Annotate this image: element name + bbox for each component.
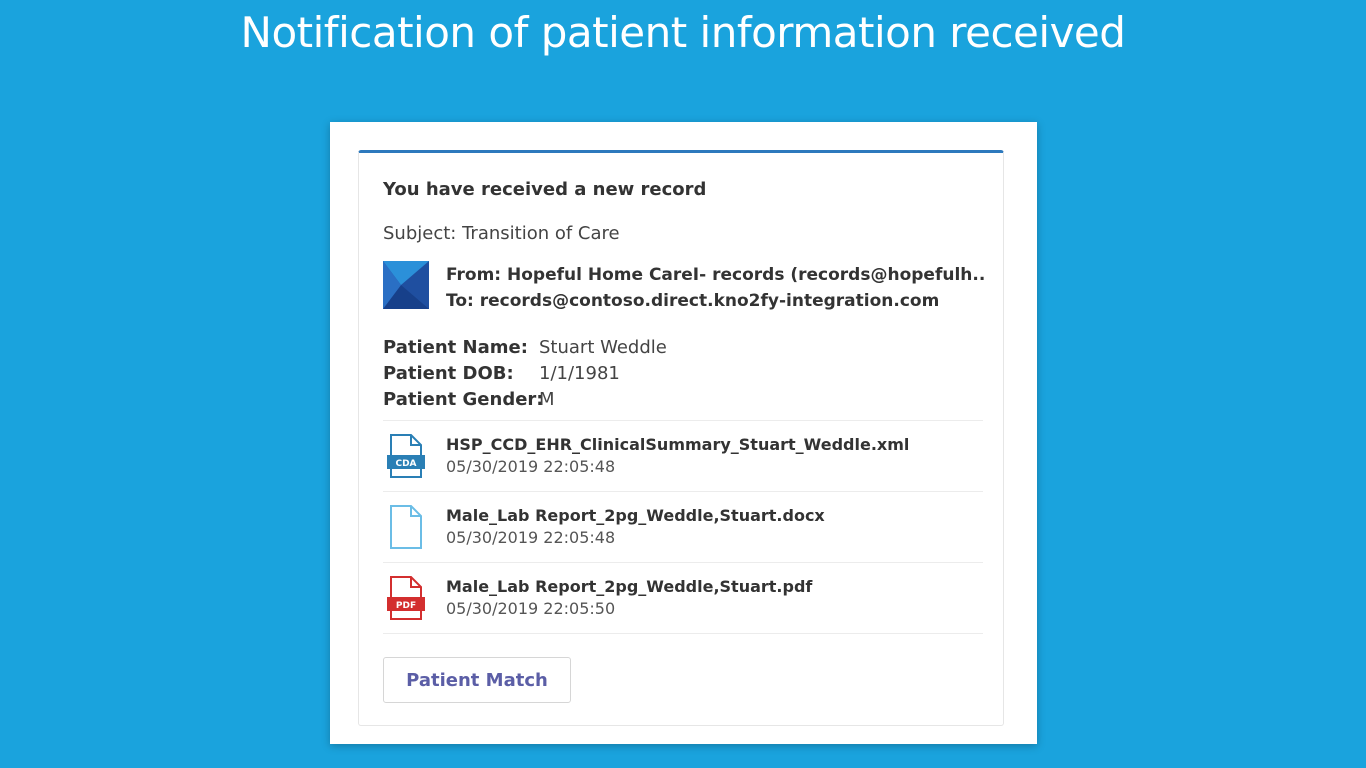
attachment-name[interactable]: Male_Lab Report_2pg_Weddle,Stuart.pdf bbox=[446, 577, 812, 596]
to-line: To: records@contoso.direct.kno2fy-integr… bbox=[446, 291, 940, 311]
svg-text:PDF: PDF bbox=[396, 601, 416, 611]
pdf-file-icon: PDF bbox=[387, 576, 425, 620]
kno2-logo-icon bbox=[383, 261, 429, 309]
card-title: You have received a new record bbox=[383, 179, 707, 200]
patient-dob-value: 1/1/1981 bbox=[539, 363, 620, 384]
patient-name-value: Stuart Weddle bbox=[539, 337, 667, 358]
attachment-list: CDA HSP_CCD_EHR_ClinicalSummary_Stuart_W… bbox=[383, 420, 983, 634]
sender-block: From: Hopeful Home CareI- records (recor… bbox=[383, 261, 986, 311]
attachment-date: 05/30/2019 22:05:48 bbox=[446, 457, 616, 476]
patient-name-label: Patient Name: bbox=[383, 337, 528, 358]
patient-gender-label: Patient Gender: bbox=[383, 389, 544, 410]
attachment-name[interactable]: HSP_CCD_EHR_ClinicalSummary_Stuart_Weddl… bbox=[446, 435, 909, 454]
subject-line: Subject: Transition of Care bbox=[383, 223, 620, 244]
cda-file-icon: CDA bbox=[387, 434, 425, 478]
document-file-icon bbox=[390, 505, 422, 549]
attachment-name[interactable]: Male_Lab Report_2pg_Weddle,Stuart.docx bbox=[446, 506, 825, 525]
notification-frame: You have received a new record Subject: … bbox=[330, 122, 1037, 744]
record-card: You have received a new record Subject: … bbox=[358, 150, 1004, 726]
attachment-item[interactable]: Male_Lab Report_2pg_Weddle,Stuart.docx 0… bbox=[383, 492, 983, 563]
svg-text:CDA: CDA bbox=[395, 459, 416, 469]
attachment-date: 05/30/2019 22:05:50 bbox=[446, 599, 616, 618]
patient-gender-value: M bbox=[539, 389, 555, 410]
page-headline: Notification of patient information rece… bbox=[240, 8, 1126, 57]
attachment-item[interactable]: PDF Male_Lab Report_2pg_Weddle,Stuart.pd… bbox=[383, 563, 983, 634]
patient-match-button[interactable]: Patient Match bbox=[383, 657, 571, 703]
patient-dob-label: Patient DOB: bbox=[383, 363, 514, 384]
attachment-date: 05/30/2019 22:05:48 bbox=[446, 528, 616, 547]
attachment-item[interactable]: CDA HSP_CCD_EHR_ClinicalSummary_Stuart_W… bbox=[383, 421, 983, 492]
from-line: From: Hopeful Home CareI- records (recor… bbox=[446, 265, 986, 285]
